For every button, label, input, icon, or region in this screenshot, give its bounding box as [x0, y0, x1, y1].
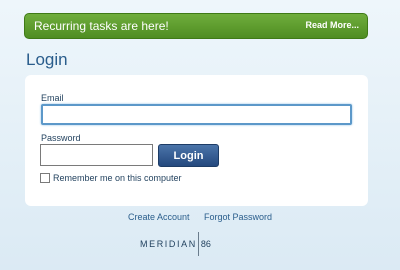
- meridian-logo: MERIDIAN 86: [140, 232, 211, 256]
- login-card: Email Password Login Remember me on this…: [25, 75, 368, 206]
- forgot-password-link[interactable]: Forgot Password: [204, 212, 272, 222]
- page-title: Login: [26, 50, 68, 69]
- password-label: Password: [41, 133, 81, 143]
- remember-me-checkbox[interactable]: [40, 173, 50, 183]
- banner-message: Recurring tasks are here!: [34, 19, 169, 33]
- remember-me-label[interactable]: Remember me on this computer: [53, 173, 182, 183]
- email-field[interactable]: [41, 104, 352, 125]
- read-more-link[interactable]: Read More...: [305, 20, 359, 30]
- login-button[interactable]: Login: [158, 144, 219, 167]
- email-label: Email: [41, 93, 64, 103]
- announcement-banner: Recurring tasks are here! Read More...: [24, 13, 368, 39]
- logo-name: MERIDIAN: [140, 239, 197, 249]
- password-field[interactable]: [40, 144, 153, 166]
- logo-number: 86: [200, 239, 211, 249]
- remember-me-row[interactable]: Remember me on this computer: [40, 173, 182, 183]
- logo-divider: [197, 232, 199, 256]
- create-account-link[interactable]: Create Account: [128, 212, 190, 222]
